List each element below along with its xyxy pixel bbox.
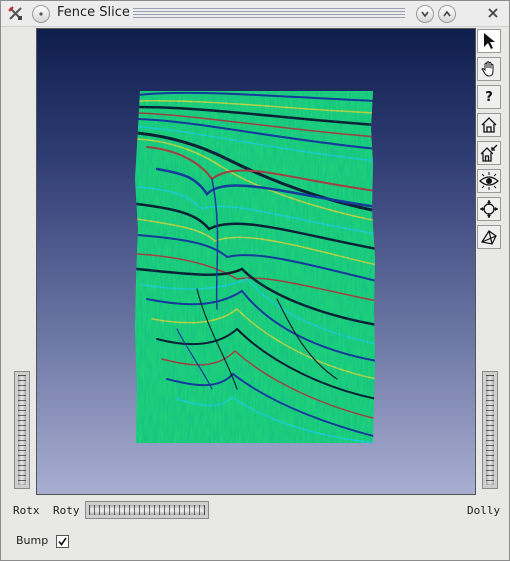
home-icon[interactable] — [477, 113, 501, 137]
set-home-icon[interactable] — [477, 141, 501, 165]
title-bar-grip — [133, 8, 405, 19]
rotx-thumbwheel[interactable] — [14, 371, 30, 489]
roty-label: Roty — [53, 504, 80, 517]
window-menu-icon[interactable] — [32, 5, 50, 23]
seismic-fence-slice-image — [135, 91, 375, 443]
select-pointer-icon[interactable] — [477, 29, 501, 53]
seek-icon[interactable] — [477, 197, 501, 221]
close-icon[interactable] — [485, 5, 501, 21]
dolly-label: Dolly — [467, 504, 501, 517]
rotx-label: Rotx — [13, 504, 40, 517]
bump-checkbox[interactable] — [56, 535, 69, 548]
app-tools-icon[interactable] — [8, 6, 23, 21]
maximize-icon[interactable] — [438, 5, 456, 23]
bump-label: Bump — [16, 534, 49, 547]
window-title: Fence Slice — [57, 5, 130, 20]
help-icon[interactable]: ? — [477, 85, 501, 109]
help-label: ? — [485, 89, 493, 105]
checkmark-icon — [58, 537, 67, 546]
3d-viewer-canvas[interactable] — [36, 28, 476, 495]
pan-hand-icon[interactable] — [477, 57, 501, 81]
fence-slice-window: Fence Slice ? Rotx Roty Dolly Bump — [0, 0, 510, 561]
view-all-icon[interactable] — [477, 169, 501, 193]
roty-thumbwheel[interactable] — [85, 501, 209, 519]
projection-toggle-icon[interactable] — [477, 225, 501, 249]
dolly-thumbwheel[interactable] — [482, 371, 498, 489]
minimize-icon[interactable] — [416, 5, 434, 23]
title-bar[interactable]: Fence Slice — [1, 1, 509, 27]
